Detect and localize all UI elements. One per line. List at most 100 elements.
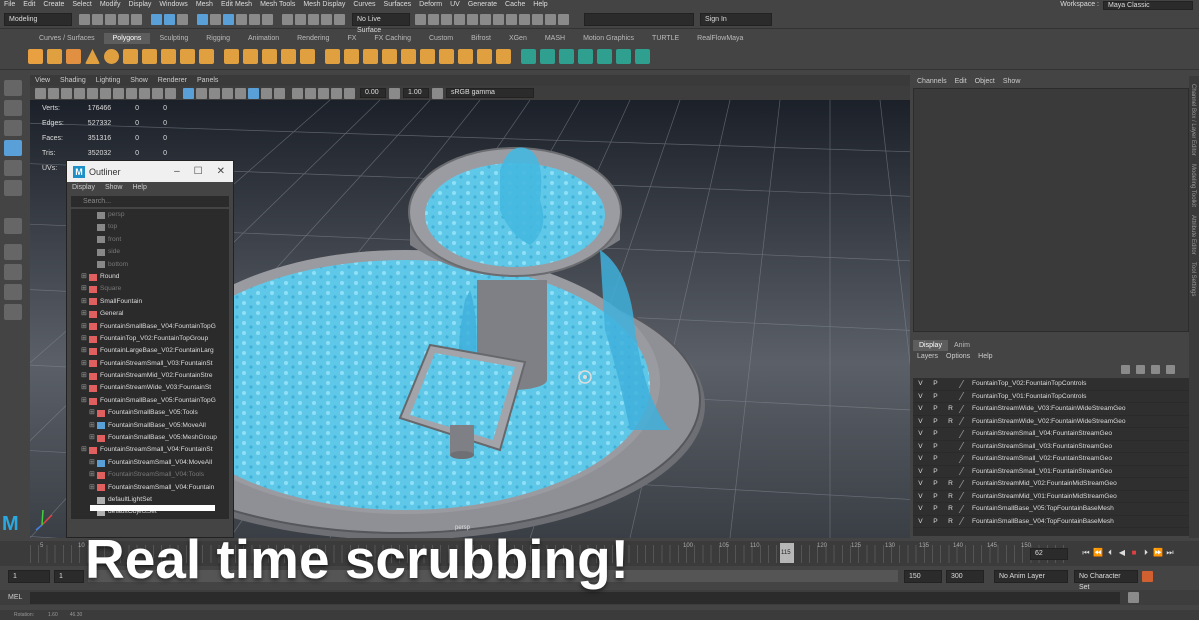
layer-color-swatch[interactable] — [958, 479, 972, 488]
exposure-field[interactable]: 0.00 — [360, 88, 386, 98]
outliner-item[interactable]: front — [71, 234, 229, 246]
outliner-item[interactable]: ⊞ General — [71, 308, 229, 320]
poly-plane-icon[interactable] — [123, 49, 138, 64]
snap-grid-icon[interactable] — [197, 13, 208, 25]
poly-cylinder-icon[interactable] — [66, 49, 81, 64]
snap-view-icon[interactable] — [236, 13, 247, 25]
layer-toggle-v[interactable]: V — [913, 493, 928, 500]
extrude-icon[interactable] — [325, 49, 340, 64]
shelf-tab-sculpting[interactable]: Sculpting — [150, 33, 197, 44]
scale-tool-icon[interactable] — [4, 180, 22, 196]
construction-history-icon[interactable] — [295, 13, 306, 25]
outliner-search-input[interactable]: Search... — [71, 196, 229, 207]
expand-icon[interactable]: ⊞ — [89, 469, 97, 481]
exposure-icon[interactable] — [344, 87, 355, 99]
attribute-editor-icon[interactable] — [532, 13, 543, 25]
channel-menu-show[interactable]: Show — [999, 76, 1025, 87]
outliner-item[interactable]: ⊞ FountainStreamSmall_V04:MoveAll — [71, 457, 229, 469]
shelf-tab-curves-surfaces[interactable]: Curves / Surfaces — [30, 33, 104, 44]
select-object-icon[interactable] — [164, 13, 175, 25]
outliner-item[interactable]: ⊞ FountainSmallBase_V05:FountainTopG — [71, 395, 229, 407]
outliner-menu-help[interactable]: Help — [127, 182, 151, 194]
layer-toggle-v[interactable]: V — [913, 393, 928, 400]
depth-of-field-icon[interactable] — [331, 87, 342, 99]
hypershade-icon[interactable] — [467, 13, 478, 25]
viewport-menu-show[interactable]: Show — [125, 75, 153, 86]
outliner-item[interactable]: persp — [71, 209, 229, 221]
current-frame-field[interactable]: 62 — [1030, 548, 1068, 560]
shelf-tab-motion-graphics[interactable]: Motion Graphics — [574, 33, 643, 44]
close-icon[interactable]: ✕ — [217, 166, 225, 177]
mel-label[interactable]: MEL — [0, 594, 30, 601]
expand-icon[interactable]: ⊞ — [81, 283, 89, 295]
uv-camera-icon[interactable] — [559, 49, 574, 64]
character-set-dropdown[interactable]: No Character Set — [1074, 569, 1138, 591]
menu-help[interactable]: Help — [529, 0, 551, 10]
append-icon[interactable] — [382, 49, 397, 64]
layer-menu-options[interactable]: Options — [942, 353, 974, 360]
expand-icon[interactable]: ⊞ — [89, 457, 97, 469]
menu-mesh-tools[interactable]: Mesh Tools — [256, 0, 299, 10]
modeling-toolkit-icon[interactable] — [558, 13, 569, 25]
menu-windows[interactable]: Windows — [155, 0, 191, 10]
bridge-icon[interactable] — [344, 49, 359, 64]
layer-color-swatch[interactable] — [958, 454, 972, 463]
outliner-item[interactable]: ⊞ FountainTop_V02:FountainTopGroup — [71, 333, 229, 345]
outliner-item[interactable]: ⊞ FountainSmallBase_V05:MoveAll — [71, 420, 229, 432]
poly-disc-icon[interactable] — [142, 49, 157, 64]
expand-icon[interactable]: ⊞ — [81, 358, 89, 370]
layer-toggle-v[interactable]: V — [913, 455, 928, 462]
menu-generate[interactable]: Generate — [464, 0, 501, 10]
layer-row[interactable]: V P R FountainSmallBase_V04:TopFountainBase… — [913, 516, 1189, 528]
layer-row[interactable]: V P FountainTop_V02:FountainTopControls — [913, 378, 1189, 391]
layer-color-swatch[interactable] — [958, 504, 972, 513]
shelf-tab-rigging[interactable]: Rigging — [197, 33, 239, 44]
two-view-layout-icon[interactable] — [4, 284, 22, 300]
single-view-layout-icon[interactable] — [4, 244, 22, 260]
tab-channel-box[interactable]: Channel Box / Layer Editor — [1190, 84, 1196, 156]
layer-toggle-v[interactable]: V — [913, 418, 928, 425]
channel-box-icon[interactable] — [545, 13, 556, 25]
new-scene-icon[interactable] — [79, 13, 90, 25]
poly-svg-icon[interactable] — [199, 49, 214, 64]
uv-planar-icon[interactable] — [521, 49, 536, 64]
outliner-item[interactable]: ⊞ Square — [71, 283, 229, 295]
step-back-frame-icon[interactable]: ⏴ — [1105, 548, 1115, 557]
uv-unfold-icon[interactable] — [578, 49, 593, 64]
shelf-tab-bifrost[interactable]: Bifrost — [462, 33, 500, 44]
viewport-menu-panels[interactable]: Panels — [192, 75, 223, 86]
layer-color-swatch[interactable] — [958, 392, 972, 401]
quad-draw-icon[interactable] — [496, 49, 511, 64]
gamma-icon[interactable] — [389, 87, 400, 99]
outliner-item[interactable]: ⊞ FountainStreamSmall_V04:Tools — [71, 469, 229, 481]
signin-dropdown[interactable]: Sign In — [700, 12, 772, 26]
menu-create[interactable]: Create — [39, 0, 68, 10]
color-management-icon[interactable] — [432, 87, 443, 99]
last-tool-icon[interactable] — [4, 218, 22, 234]
magnet-icon[interactable] — [334, 13, 345, 25]
outliner-item[interactable]: ⊞ FountainSmallBase_V05:Tools — [71, 407, 229, 419]
layer-toggle-v[interactable]: V — [913, 405, 928, 412]
layer-toggle-v[interactable]: V — [913, 430, 928, 437]
poly-torus-icon[interactable] — [104, 49, 119, 64]
layer-row[interactable]: V P R FountainStreamMid_V01:FountainMidStre… — [913, 491, 1189, 503]
poly-text-icon[interactable] — [180, 49, 195, 64]
render-view-icon[interactable] — [415, 13, 426, 25]
outliner-item[interactable]: side — [71, 246, 229, 258]
expand-icon[interactable]: ⊞ — [81, 308, 89, 320]
channel-menu-object[interactable]: Object — [971, 76, 999, 87]
layer-toggle-p[interactable]: P — [928, 430, 943, 437]
layer-toggle-v[interactable]: V — [913, 480, 928, 487]
layer-row[interactable]: V P R FountainSmallBase_V05:TopFountainBase… — [913, 503, 1189, 516]
mode-dropdown[interactable]: Modeling — [4, 12, 72, 26]
layer-toggle-p[interactable]: P — [928, 393, 943, 400]
viewport-menu-lighting[interactable]: Lighting — [91, 75, 126, 86]
layer-toggle-p[interactable]: P — [928, 418, 943, 425]
layer-toggle-p[interactable]: P — [928, 380, 943, 387]
menu-modify[interactable]: Modify — [96, 0, 125, 10]
menu-deform[interactable]: Deform — [415, 0, 446, 10]
menu-cache[interactable]: Cache — [501, 0, 529, 10]
layer-color-swatch[interactable] — [958, 517, 972, 526]
outliner-item[interactable]: ⊞ FountainSmallBase_V04:FountainTopG — [71, 321, 229, 333]
command-search-field[interactable] — [584, 12, 694, 26]
